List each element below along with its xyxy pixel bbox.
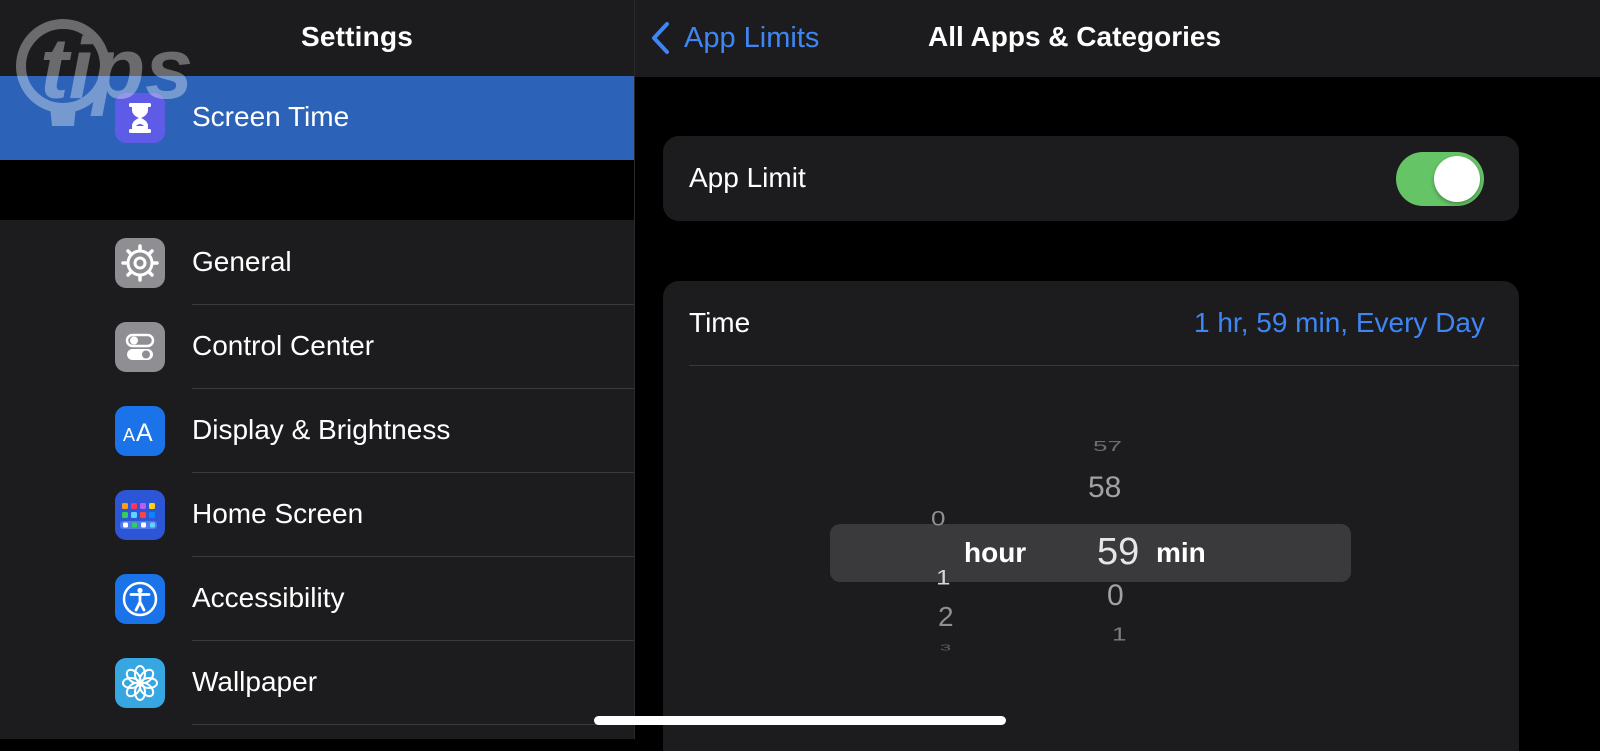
hour-wheel-item[interactable]: 0	[931, 506, 945, 531]
toggle-knob	[1434, 156, 1480, 202]
picker-selection-band	[830, 524, 1351, 582]
accessibility-icon	[115, 574, 165, 624]
sidebar-item-label: Home Screen	[192, 498, 364, 529]
home-indicator[interactable]	[594, 716, 1006, 725]
sidebar-item-control-center[interactable]: Control Center	[0, 305, 634, 389]
sidebar-item-general[interactable]: General	[0, 221, 634, 305]
settings-sidebar: Settings Screen Time General Control Cen…	[0, 0, 634, 739]
flower-icon	[115, 658, 165, 708]
hour-wheel-item[interactable]: 2	[938, 601, 954, 633]
page-title: All Apps & Categories	[928, 21, 1222, 52]
pane-divider	[634, 0, 635, 739]
app-grid-icon	[115, 490, 165, 540]
minute-wheel-item[interactable]: 58	[1088, 471, 1121, 505]
row-separator	[192, 724, 634, 725]
app-limit-toggle[interactable]	[1396, 152, 1484, 206]
app-limit-card: App Limit	[663, 136, 1519, 221]
minute-wheel-selected[interactable]: 59	[1097, 531, 1139, 574]
minute-wheel-item[interactable]: 57	[1093, 438, 1122, 455]
toggles-icon	[115, 322, 165, 372]
section-gap	[0, 160, 634, 220]
text-size-icon: A A	[115, 406, 165, 456]
sidebar-item-home-screen[interactable]: Home Screen	[0, 473, 634, 557]
minute-wheel-item[interactable]: 1	[1112, 624, 1126, 646]
row-separator	[689, 365, 1519, 366]
chevron-left-icon	[652, 22, 669, 54]
hourglass-icon	[115, 93, 165, 143]
minute-unit-label: min	[1156, 537, 1206, 568]
sidebar-item-label: Control Center	[192, 330, 375, 361]
hour-unit-label: hour	[964, 537, 1027, 568]
hour-wheel-item[interactable]: 1	[936, 565, 950, 590]
time-card: Time 1 hr, 59 min, Every Day 0 1 2 3 hou…	[663, 281, 1519, 751]
sidebar-item-label: General	[192, 246, 292, 277]
sidebar-header: Settings	[0, 0, 634, 75]
sidebar-item-label: Wallpaper	[192, 666, 318, 697]
time-row[interactable]: Time 1 hr, 59 min, Every Day	[663, 281, 1519, 366]
gear-icon	[115, 238, 165, 288]
svg-text:A: A	[123, 425, 135, 444]
svg-text:A: A	[136, 419, 153, 444]
back-button[interactable]: App Limits	[650, 18, 819, 58]
sidebar-title: Settings	[300, 21, 414, 52]
sidebar-item-wallpaper[interactable]: Wallpaper	[0, 641, 634, 725]
hour-wheel-item[interactable]: 3	[940, 644, 951, 653]
sidebar-item-accessibility[interactable]: Accessibility	[0, 557, 634, 641]
back-label: App Limits	[684, 21, 820, 54]
sidebar-item-label: Display & Brightness	[192, 414, 451, 445]
minute-wheel-item[interactable]: 0	[1107, 579, 1124, 613]
sidebar-item-display-brightness[interactable]: A A Display & Brightness	[0, 389, 634, 473]
sidebar-item-label: Accessibility	[192, 582, 345, 613]
sidebar-item-screen-time[interactable]: Screen Time	[0, 76, 634, 160]
app-limit-label: App Limit	[689, 162, 806, 193]
time-label: Time	[689, 307, 751, 338]
sidebar-item-label: Screen Time	[192, 101, 350, 132]
time-value: 1 hr, 59 min, Every Day	[1193, 307, 1485, 338]
